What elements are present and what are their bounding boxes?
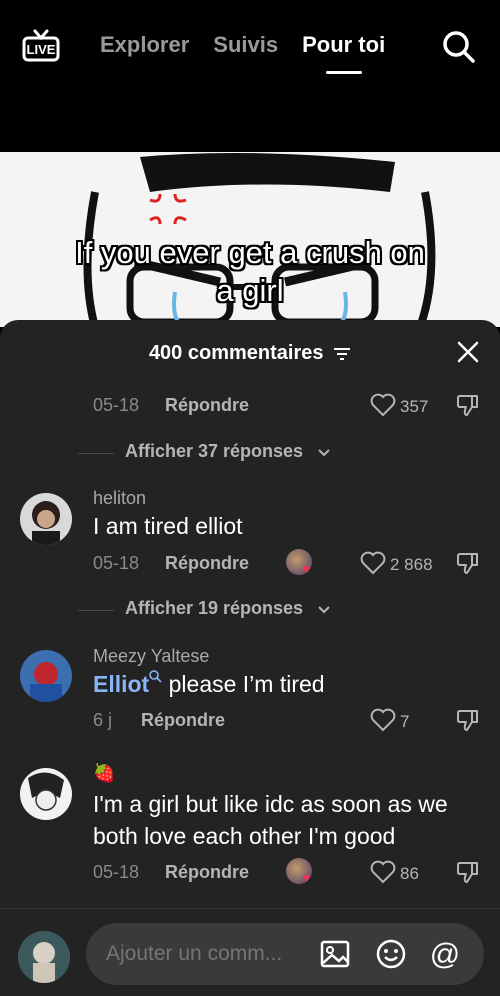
heart-icon[interactable] [370, 708, 396, 732]
like-count: 2 868 [390, 555, 433, 574]
comment-date: 05-18 [93, 395, 140, 415]
comment-meta: 05-18 Répondre ♥ 86 [0, 858, 500, 892]
comment-username[interactable]: 🍓 [93, 763, 115, 784]
dislike-icon[interactable] [455, 550, 481, 576]
reply-button[interactable]: Répondre [165, 395, 249, 416]
video-player[interactable]: If you ever get a crush on a girl [0, 152, 500, 327]
emoji-icon[interactable] [376, 939, 406, 969]
video-caption: If you ever get a crush on a girl [0, 234, 500, 310]
divider [78, 610, 114, 611]
mention-icon[interactable]: @ [430, 939, 460, 969]
show-replies-label: Afficher 37 réponses [125, 441, 304, 461]
dislike-icon[interactable] [455, 859, 481, 885]
comment-text: I am tired elliot [93, 513, 243, 539]
comment-meta: 05-18 Répondre 357 [0, 392, 500, 425]
comment-date: 6 j [93, 710, 113, 730]
creator-heart-icon: ♥ [303, 871, 311, 885]
show-replies-button[interactable]: Afficher 19 réponses [78, 598, 500, 624]
show-replies-label: Afficher 19 réponses [125, 598, 304, 618]
creator-heart-icon: ♥ [303, 562, 311, 576]
mention-link[interactable]: Elliot [93, 671, 149, 697]
comment-input[interactable] [106, 942, 306, 966]
tab-explorer[interactable]: Explorer [100, 32, 189, 58]
image-icon[interactable] [320, 939, 350, 969]
like-count: 357 [400, 397, 429, 416]
comment-text: I'm a girl but like idc as soon as we bo… [93, 791, 448, 849]
close-icon[interactable] [456, 340, 480, 364]
dislike-icon[interactable] [455, 707, 481, 733]
filter-icon[interactable] [333, 347, 351, 361]
feed-tabs: Explorer Suivis Pour toi [100, 32, 409, 58]
avatar[interactable] [20, 768, 72, 820]
comments-sheet: 400 commentaires 05-18 Répondre 357 Affi… [0, 320, 500, 996]
like-count: 86 [400, 864, 419, 883]
show-replies-button[interactable]: Afficher 37 réponses [78, 441, 500, 467]
search-icon[interactable] [149, 670, 162, 683]
caption-line-2: a girl [216, 273, 284, 308]
comment-input-container[interactable]: @ [86, 923, 484, 985]
tab-suivis[interactable]: Suivis [213, 32, 278, 58]
heart-icon[interactable] [360, 551, 386, 575]
caption-line-1: If you ever get a crush on [75, 235, 425, 270]
tab-pour-toi[interactable]: Pour toi [302, 32, 385, 58]
avatar[interactable] [18, 931, 70, 983]
comment-username[interactable]: Meezy Yaltese [93, 646, 209, 667]
comment-text: Elliot please I’m tired [93, 668, 488, 700]
chevron-down-icon [318, 606, 330, 614]
comment-count: 400 commentaires [0, 342, 500, 365]
search-icon[interactable] [442, 30, 476, 64]
comment-meta: 6 j Répondre 7 [0, 707, 500, 740]
avatar[interactable] [20, 650, 72, 702]
comment-username[interactable]: heliton [93, 488, 146, 509]
comments-header: 400 commentaires [0, 320, 500, 386]
comment-composer: @ [0, 908, 500, 996]
reply-button[interactable]: Répondre [165, 553, 249, 574]
chevron-down-icon [318, 449, 330, 457]
reply-button[interactable]: Répondre [165, 862, 249, 883]
comment-meta: 05-18 Répondre ♥ 2 868 [0, 549, 500, 583]
comment-body: please I’m tired [162, 671, 325, 697]
avatar[interactable] [20, 493, 72, 545]
heart-icon[interactable] [370, 860, 396, 884]
reply-button[interactable]: Répondre [141, 710, 225, 731]
top-nav: LIVE Explorer Suivis Pour toi [0, 0, 500, 152]
comment-date: 05-18 [93, 553, 140, 573]
svg-text:@: @ [430, 939, 460, 969]
divider [78, 453, 114, 454]
comment-date: 05-18 [93, 862, 140, 882]
comment-count-label: 400 commentaires [148, 342, 324, 364]
like-count: 7 [400, 712, 410, 731]
dislike-icon[interactable] [455, 392, 481, 418]
live-icon[interactable]: LIVE [22, 28, 60, 64]
heart-icon[interactable] [370, 393, 396, 417]
live-label: LIVE [27, 42, 56, 57]
